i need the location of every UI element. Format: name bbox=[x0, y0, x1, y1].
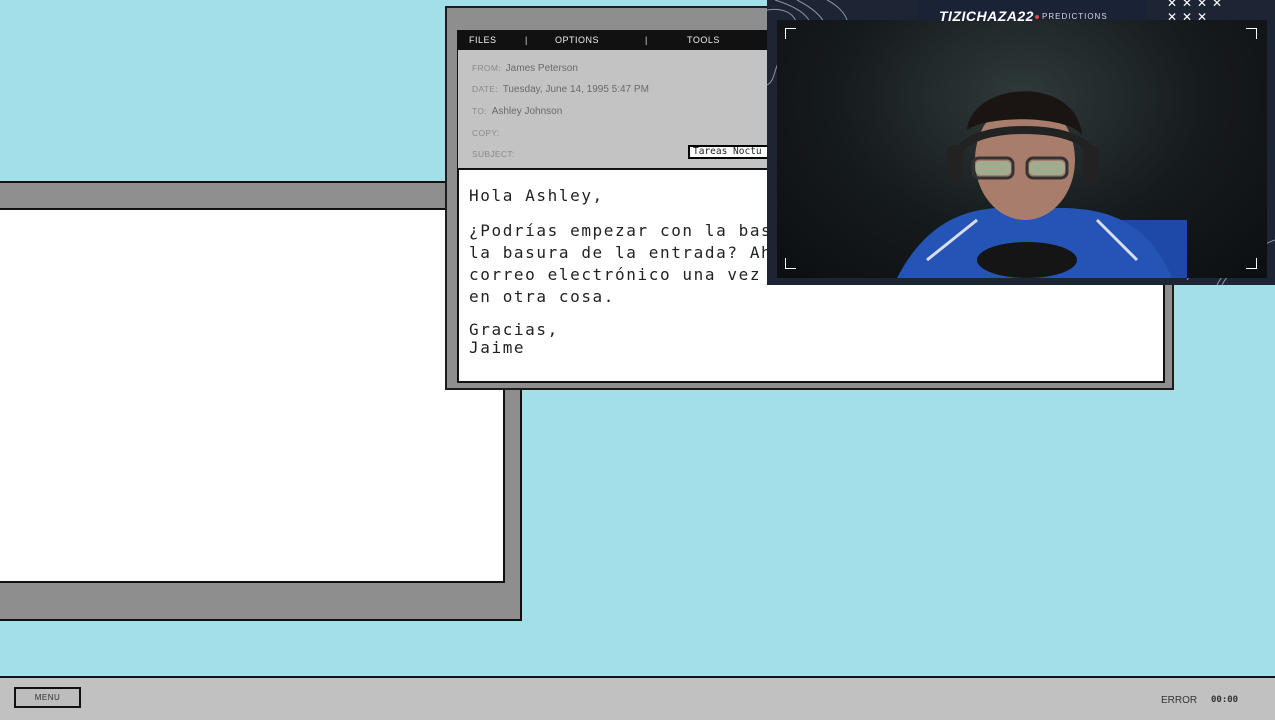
channel-name: TIZICHAZA22 bbox=[939, 8, 1034, 24]
copy-row: COPY: bbox=[472, 128, 499, 139]
x-mark-icon: ✕ bbox=[1167, 0, 1178, 10]
menu-button[interactable]: MENU bbox=[14, 687, 81, 708]
taskbar: MENU ERROR 00:00 bbox=[0, 676, 1275, 720]
x-mark-icon: ✕ bbox=[1167, 10, 1178, 24]
predictions-label: PREDICTIONS bbox=[1035, 12, 1108, 21]
x-mark-icon: ✕ bbox=[1197, 10, 1208, 24]
from-row: FROM: James Peterson bbox=[472, 63, 578, 74]
to-label: TO: bbox=[472, 106, 487, 116]
to-row: TO: Ashley Johnson bbox=[472, 106, 562, 117]
frame-corner bbox=[785, 28, 796, 39]
from-value: James Peterson bbox=[505, 63, 578, 74]
status-text: ERROR bbox=[1161, 695, 1198, 706]
date-label: DATE: bbox=[472, 84, 498, 94]
x-mark-icon: ✕ bbox=[1182, 0, 1193, 10]
subject-label: SUBJECT: bbox=[472, 149, 515, 159]
frame-corner bbox=[1246, 258, 1257, 269]
x-mark-icon: ✕ bbox=[1197, 0, 1208, 10]
background-window-content bbox=[0, 208, 505, 583]
streamer-figure bbox=[897, 91, 1187, 278]
from-label: FROM: bbox=[472, 63, 501, 73]
menu-separator: | bbox=[525, 35, 528, 45]
frame-corner bbox=[785, 258, 796, 269]
to-value: Ashley Johnson bbox=[491, 106, 563, 117]
copy-label: COPY: bbox=[472, 128, 500, 138]
webcam-overlay: TIZICHAZA22 PREDICTIONS ✕ ✕ ✕ ✕ ✕ ✕ ✕ bbox=[767, 0, 1275, 285]
clock: 00:00 bbox=[1211, 695, 1239, 705]
menu-files[interactable]: FILES bbox=[469, 35, 497, 45]
background-window-titlebar[interactable] bbox=[0, 183, 520, 207]
subject-row: SUBJECT: bbox=[472, 149, 515, 160]
date-row: DATE: Tuesday, June 14, 1995 5:47 PM bbox=[472, 84, 649, 95]
menu-options[interactable]: OPTIONS bbox=[555, 35, 599, 45]
background-window bbox=[0, 181, 522, 621]
x-mark-icon: ✕ bbox=[1182, 10, 1193, 24]
frame-corner bbox=[1246, 28, 1257, 39]
x-mark-icon: ✕ bbox=[1212, 0, 1223, 10]
date-value: Tuesday, June 14, 1995 5:47 PM bbox=[502, 84, 649, 95]
menu-separator: | bbox=[645, 35, 648, 45]
email-closing: Gracias, Jaime bbox=[469, 320, 559, 357]
webcam-video bbox=[777, 20, 1267, 278]
menu-tools[interactable]: TOOLS bbox=[687, 35, 720, 45]
